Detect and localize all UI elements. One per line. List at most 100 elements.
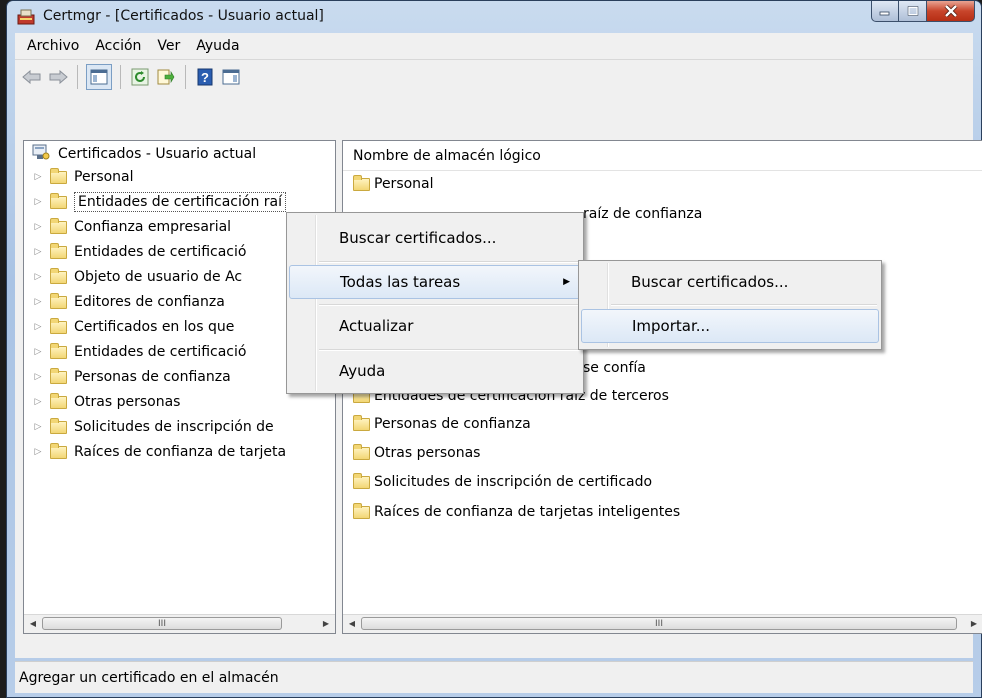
minimize-button[interactable]: [871, 1, 899, 22]
scroll-thumb[interactable]: III: [361, 617, 957, 630]
scroll-thumb[interactable]: III: [42, 617, 282, 630]
menu-item-actualizar[interactable]: Actualizar: [289, 309, 581, 343]
tree-item-label: Entidades de certificació: [74, 244, 247, 260]
export-list-button[interactable]: [155, 66, 177, 88]
menu-item-todas-las-tareas[interactable]: Todas las tareas ▶: [289, 265, 581, 299]
menu-separator: [319, 261, 579, 263]
tree-item-label: Editores de confianza: [74, 294, 225, 310]
folder-icon: [50, 417, 67, 434]
folder-icon: [50, 292, 67, 309]
folder-icon: [50, 192, 67, 209]
tree-item[interactable]: ▷ Confianza empresarial: [24, 216, 231, 238]
tree-item[interactable]: ▷ Raíces de confianza de tarjeta: [24, 441, 286, 463]
menu-item-ayuda[interactable]: Ayuda: [289, 354, 581, 388]
expand-arrow-icon[interactable]: ▷: [32, 397, 44, 407]
column-header[interactable]: Nombre de almacén lógico: [343, 141, 982, 171]
tree-item-label: Raíces de confianza de tarjeta: [74, 444, 287, 460]
list-item[interactable]: Personas de confianza: [353, 413, 531, 435]
toolbar-separator: [77, 64, 78, 89]
scroll-right-arrow-icon[interactable]: ▶: [320, 618, 332, 630]
svg-text:?: ?: [201, 70, 209, 85]
folder-icon: [50, 392, 67, 409]
list-item-label: raíz de confianza: [583, 206, 703, 222]
forward-button[interactable]: [47, 66, 69, 88]
status-bar: Agregar un certificado en el almacén: [15, 661, 973, 693]
menu-accion[interactable]: Acción: [87, 38, 149, 54]
window-title: Certmgr - [Certificados - Usuario actual…: [43, 8, 324, 24]
menu-separator: [319, 304, 579, 306]
folder-icon: [50, 367, 67, 384]
scroll-left-arrow-icon[interactable]: ◀: [27, 618, 39, 630]
title-bar[interactable]: Certmgr - [Certificados - Usuario actual…: [7, 1, 981, 33]
tree-item-selected[interactable]: ▷ Entidades de certificación raí: [24, 191, 286, 213]
tree-item[interactable]: ▷ Solicitudes de inscripción de: [24, 416, 274, 438]
close-button[interactable]: [927, 1, 975, 22]
tree-item-label: Confianza empresarial: [74, 219, 232, 235]
menu-item-label: Buscar certificados...: [339, 229, 497, 247]
tree-item[interactable]: ▷ Personal: [24, 166, 134, 188]
help-button[interactable]: ?: [194, 66, 216, 88]
tree-root-row[interactable]: Certificados - Usuario actual: [32, 143, 256, 165]
back-button[interactable]: [21, 66, 43, 88]
expand-arrow-icon[interactable]: ▷: [32, 447, 44, 457]
action-pane-button[interactable]: [220, 66, 242, 88]
refresh-button[interactable]: [129, 66, 151, 88]
expand-arrow-icon[interactable]: ▷: [32, 222, 44, 232]
tree-item[interactable]: ▷ Certificados en los que: [24, 316, 234, 338]
folder-icon: [50, 442, 67, 459]
toolbar: ?: [15, 59, 973, 93]
scroll-left-arrow-icon[interactable]: ◀: [346, 618, 358, 630]
folder-icon: [353, 472, 370, 489]
expand-arrow-icon[interactable]: ▷: [32, 272, 44, 282]
tree-item-label: Personal: [74, 169, 134, 185]
list-item[interactable]: Raíces de confianza de tarjetas intelige…: [353, 501, 680, 523]
tree-horizontal-scrollbar[interactable]: ◀ III ▶: [24, 614, 335, 633]
certificate-store-icon: [32, 143, 50, 165]
folder-icon: [353, 414, 370, 431]
maximize-icon: [907, 6, 918, 16]
expand-arrow-icon[interactable]: ▷: [32, 172, 44, 182]
expand-arrow-icon[interactable]: ▷: [32, 347, 44, 357]
expand-arrow-icon[interactable]: ▷: [32, 372, 44, 382]
list-item[interactable]: raíz de confianza: [583, 203, 702, 225]
forward-arrow-icon: [49, 69, 68, 84]
toolbar-separator: [120, 64, 121, 89]
expand-arrow-icon[interactable]: ▷: [32, 247, 44, 257]
maximize-button[interactable]: [899, 1, 927, 22]
scroll-right-arrow-icon[interactable]: ▶: [968, 618, 980, 630]
tree-item[interactable]: ▷ Entidades de certificació: [24, 241, 246, 263]
list-item[interactable]: Otras personas: [353, 442, 480, 464]
menu-item-buscar-certificados[interactable]: Buscar certificados...: [289, 221, 581, 255]
expand-arrow-icon[interactable]: ▷: [32, 322, 44, 332]
folder-icon: [50, 242, 67, 259]
list-item[interactable]: Solicitudes de inscripción de certificad…: [353, 471, 652, 493]
submenu-item-buscar-certificados[interactable]: Buscar certificados...: [581, 265, 879, 299]
show-hide-console-tree-button[interactable]: [86, 63, 112, 90]
menu-ayuda[interactable]: Ayuda: [188, 38, 247, 54]
expand-arrow-icon[interactable]: ▷: [32, 197, 44, 207]
tree-item[interactable]: ▷ Editores de confianza: [24, 291, 225, 313]
list-horizontal-scrollbar[interactable]: ◀ III ▶: [343, 614, 982, 633]
tree-item[interactable]: ▷ Entidades de certificació: [24, 341, 246, 363]
tree-item-label: Otras personas: [74, 394, 181, 410]
list-item[interactable]: Personal: [353, 173, 434, 195]
window-controls: [871, 1, 975, 23]
tree-item[interactable]: ▷ Personas de confianza: [24, 366, 231, 388]
menu-archivo[interactable]: Archivo: [19, 38, 87, 54]
tree-item[interactable]: ▷ Otras personas: [24, 391, 180, 413]
menu-item-label: Ayuda: [339, 362, 386, 380]
folder-icon: [50, 217, 67, 234]
expand-arrow-icon[interactable]: ▷: [32, 297, 44, 307]
menu-item-label: Importar...: [632, 317, 711, 335]
submenu-item-importar[interactable]: Importar...: [581, 309, 879, 343]
menu-item-label: Todas las tareas: [340, 273, 461, 291]
export-list-icon: [157, 69, 175, 84]
expand-arrow-icon[interactable]: ▷: [32, 422, 44, 432]
back-arrow-icon: [22, 69, 41, 84]
tree-item[interactable]: ▷ Objeto de usuario de Ac: [24, 266, 242, 288]
list-item[interactable]: se confía: [583, 357, 646, 379]
tree-item-label: Certificados en los que: [74, 319, 235, 335]
menu-ver[interactable]: Ver: [149, 38, 188, 54]
tree-item-label: Objeto de usuario de Ac: [74, 269, 243, 285]
certmgr-app-icon[interactable]: [17, 9, 35, 25]
